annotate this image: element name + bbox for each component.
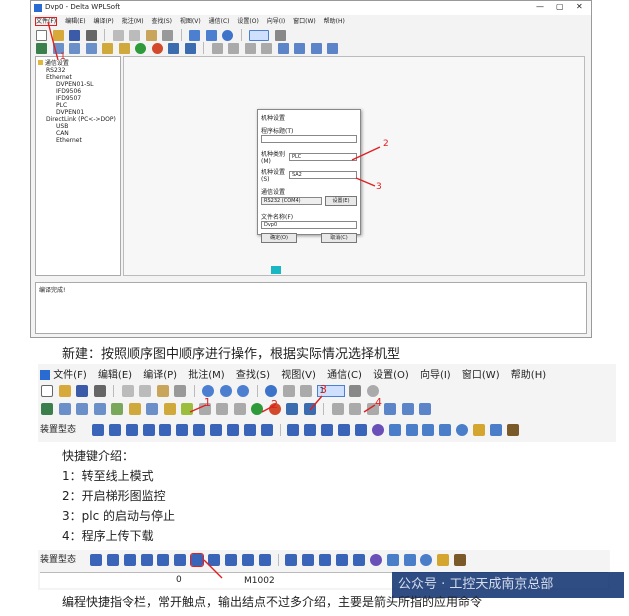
annotation-arrows-toolbar bbox=[189, 395, 376, 413]
shortcuts-block: 快捷键介绍： 1：转至线上模式 2：开启梯形图监控 3：plc 的启动与停止 4… bbox=[62, 446, 175, 546]
shortcut-item: 1：转至线上模式 bbox=[62, 469, 154, 483]
annotation-tb-4: 4 bbox=[375, 396, 382, 409]
arrow-tb-4 bbox=[363, 404, 376, 413]
annotation-tb-3: 3 bbox=[320, 383, 327, 396]
annotation-tb-2: 2 bbox=[271, 398, 278, 411]
caption-instructions: 编程快捷指令栏，常开触点，输出结点不过多介绍，主要是箭头所指的应用命令 bbox=[62, 595, 483, 609]
watermark-text: 公众号 · 工控天成南京总部 bbox=[398, 577, 554, 592]
arrow-instr bbox=[203, 559, 223, 579]
shortcut-item: 3：plc 的启动与停止 bbox=[62, 509, 175, 523]
arrow-tb-3 bbox=[309, 395, 323, 411]
shortcut-item: 2：开启梯形图监控 bbox=[62, 489, 166, 503]
shortcuts-title: 快捷键介绍： bbox=[62, 449, 135, 463]
annotation-tb-1: 1 bbox=[204, 396, 211, 409]
